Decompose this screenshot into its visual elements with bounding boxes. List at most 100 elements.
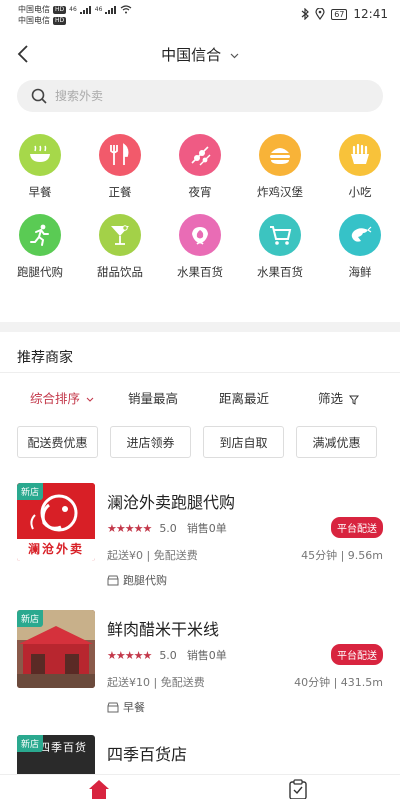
sort-label: 距离最近 <box>219 391 270 406</box>
category-label: 小吃 <box>348 185 372 199</box>
delivery-time: 45分钟 | 9.56m <box>301 549 383 562</box>
category-breakfast[interactable]: 早餐 <box>0 134 80 200</box>
search-input[interactable] <box>55 89 305 103</box>
divider <box>0 372 400 373</box>
sort-distance[interactable]: 距离最近 <box>219 388 269 407</box>
new-store-tag: 新店 <box>17 735 44 752</box>
top-bar: 中国信合 <box>0 38 400 72</box>
burger-icon <box>259 134 301 176</box>
search-icon <box>31 88 47 104</box>
chevron-down-icon <box>230 53 239 58</box>
cocktail-icon <box>99 214 141 256</box>
section-title: 推荐商家 <box>17 350 73 366</box>
delivery-fee: 起送¥10 | 免配送费 <box>107 676 205 689</box>
new-store-tag: 新店 <box>17 483 44 500</box>
bluetooth-icon <box>301 8 310 20</box>
platform-delivery-badge: 平台配送 <box>331 644 383 665</box>
merchant-card[interactable]: 新店 鲜肉醋米干米线 ★★★★★ 5.0 销售0单 平台配送 起送¥10 | 免… <box>0 610 400 730</box>
hd-badge-2: HD <box>53 16 67 25</box>
sort-label: 筛选 <box>318 391 344 406</box>
category-label: 正餐 <box>108 185 132 199</box>
tag-label: 跑腿代购 <box>123 574 167 587</box>
search-bar[interactable] <box>17 80 383 112</box>
merchant-tag: 早餐 <box>107 699 145 715</box>
category-seafood[interactable]: 海鲜 <box>320 214 400 280</box>
location-icon <box>315 8 325 20</box>
merchant-tag: 跑腿代购 <box>107 572 167 588</box>
network-indicator: 46 <box>69 6 77 13</box>
delivery-time: 40分钟 | 431.5m <box>294 676 383 689</box>
sort-sales[interactable]: 销量最高 <box>128 388 178 407</box>
clock: 12:41 <box>353 7 388 21</box>
merchant-name: 四季百货店 <box>107 745 188 764</box>
delivery-fee: 起送¥0 | 免配送费 <box>107 549 198 562</box>
merchant-card[interactable]: 新店 澜沧外卖 澜沧外卖跑腿代购 ★★★★★ 5.0 销售0单 平台配送 起送¥… <box>0 483 400 603</box>
sort-label: 销量最高 <box>128 391 179 406</box>
snack-icon <box>339 134 381 176</box>
category-fruit-goods[interactable]: 水果百货 <box>160 214 240 280</box>
category-label: 水果百货 <box>177 265 223 279</box>
chip-coupon[interactable]: 进店领券 <box>110 426 191 458</box>
chip-delivery-discount[interactable]: 配送费优惠 <box>17 426 98 458</box>
merchant-logo: 新店 四季百货 <box>17 735 95 775</box>
status-right: 67 12:41 <box>301 7 388 21</box>
category-desserts[interactable]: 甜品饮品 <box>80 214 160 280</box>
utensils-icon <box>99 134 141 176</box>
star-icon: ★★★★★ <box>107 648 152 662</box>
filter-button[interactable]: 筛选 <box>318 388 359 407</box>
logo-text: 四季百货 <box>39 741 87 754</box>
sort-bar: 综合排序 销量最高 距离最近 筛选 <box>0 388 400 410</box>
runner-icon <box>19 214 61 256</box>
merchant-card[interactable]: 新店 四季百货 四季百货店 <box>0 735 400 775</box>
store-icon <box>107 575 119 585</box>
rating-row: ★★★★★ 5.0 销售0单 <box>107 647 227 663</box>
category-late-night[interactable]: 夜宵 <box>160 134 240 200</box>
page-title: 中国信合 <box>161 46 222 64</box>
cart-icon <box>259 214 301 256</box>
skewer-icon <box>179 134 221 176</box>
category-fruit-goods-2[interactable]: 水果百货 <box>240 214 320 280</box>
sort-comprehensive[interactable]: 综合排序 <box>30 388 94 407</box>
rating-value: 5.0 <box>159 648 177 662</box>
nav-home[interactable] <box>88 779 110 800</box>
shrimp-icon <box>339 214 381 256</box>
merchant-name: 鲜肉醋米干米线 <box>107 620 220 639</box>
category-chicken-burger[interactable]: 炸鸡汉堡 <box>240 134 320 200</box>
hd-badge: HD <box>53 5 67 14</box>
section-divider <box>0 322 400 332</box>
category-label: 甜品饮品 <box>97 265 143 279</box>
home-icon <box>89 780 109 799</box>
category-label: 海鲜 <box>348 265 372 279</box>
location-selector[interactable]: 中国信合 <box>0 44 400 65</box>
merchant-logo: 新店 澜沧外卖 <box>17 483 95 561</box>
platform-delivery-badge: 平台配送 <box>331 517 383 538</box>
chip-pickup[interactable]: 到店自取 <box>203 426 284 458</box>
chevron-left-icon <box>17 45 28 63</box>
bottom-nav <box>0 774 400 800</box>
carrier-2: 中国电信 <box>18 16 50 25</box>
category-label: 夜宵 <box>188 185 212 199</box>
rating-row: ★★★★★ 5.0 销售0单 <box>107 520 227 536</box>
sales-count: 销售0单 <box>186 649 227 662</box>
nav-orders[interactable] <box>288 779 308 800</box>
category-snacks[interactable]: 小吃 <box>320 134 400 200</box>
battery-indicator: 67 <box>331 8 348 20</box>
signal-icon <box>105 5 117 14</box>
store-icon <box>107 702 119 712</box>
star-icon: ★★★★★ <box>107 521 152 535</box>
merchant-name: 澜沧外卖跑腿代购 <box>107 493 236 512</box>
carrier-1: 中国电信 <box>18 5 50 14</box>
network-indicator-2: 46 <box>94 6 103 13</box>
sales-count: 销售0单 <box>186 522 227 535</box>
sort-label: 综合排序 <box>30 391 81 406</box>
fruit-icon <box>179 214 221 256</box>
category-meal[interactable]: 正餐 <box>80 134 160 200</box>
category-label: 早餐 <box>28 185 52 199</box>
chip-full-reduction[interactable]: 满减优惠 <box>296 426 377 458</box>
back-button[interactable] <box>14 42 36 66</box>
category-label: 跑腿代购 <box>17 265 63 279</box>
status-bar: 中国电信 HD 46 46 中国电信 HD 67 12:41 <box>0 0 400 32</box>
merchant-photo: 新店 <box>17 610 95 688</box>
category-errands[interactable]: 跑腿代购 <box>0 214 80 280</box>
category-label: 水果百货 <box>257 265 303 279</box>
